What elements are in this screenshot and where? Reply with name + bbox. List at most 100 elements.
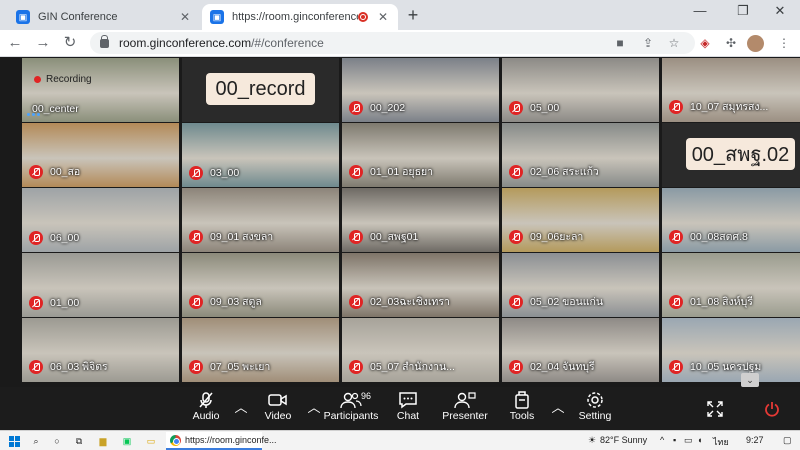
participant-tile[interactable]: 00_สพฐ.02: [662, 123, 800, 187]
clock-time[interactable]: 9:27: [746, 435, 764, 445]
participant-tile[interactable]: 00_08สตศ.8: [662, 188, 800, 252]
url-host: room.ginconference.com: [119, 36, 252, 50]
participants-label: Participants: [323, 410, 379, 422]
participant-name: 03_00: [210, 167, 240, 179]
participant-tile[interactable]: 02_06 สระแก้ว: [502, 123, 659, 187]
maximize-button[interactable]: ❐: [723, 3, 763, 19]
speaker-icon[interactable]: ◖: [697, 435, 702, 445]
share-icon[interactable]: ⇪: [640, 36, 656, 52]
mic-muted-icon: [349, 294, 363, 309]
participant-tile[interactable]: 00_center Recording: [22, 58, 179, 122]
participant-tile[interactable]: 00_สพฐ01: [342, 188, 499, 252]
close-tab-icon[interactable]: ✕: [178, 10, 192, 24]
language-indicator[interactable]: ไทย: [713, 435, 729, 449]
search-icon[interactable]: ⌕: [29, 434, 43, 448]
profile-avatar[interactable]: [747, 35, 764, 52]
participant-tile[interactable]: 03_00: [182, 123, 339, 187]
browser-toolbar: ← → ↻ room.ginconference.com/#/conferenc…: [0, 30, 800, 57]
participant-tile[interactable]: 10_07 สมุทรสง...: [662, 58, 800, 122]
folder-icon[interactable]: ▭: [144, 434, 158, 448]
address-bar[interactable]: room.ginconference.com/#/conference: [90, 32, 695, 54]
participant-tile[interactable]: 00_สอ: [22, 123, 179, 187]
participant-label: 01_08 สิงห์บุรี: [669, 293, 753, 310]
notification-icon[interactable]: ▢: [783, 435, 792, 446]
windows-start-icon[interactable]: [7, 434, 21, 448]
mic-muted-icon: [189, 229, 203, 244]
tools-button[interactable]: Tools: [489, 390, 555, 428]
participant-tile[interactable]: 02_03ฉะเชิงเทรา: [342, 253, 499, 317]
fullscreen-icon[interactable]: [704, 399, 726, 419]
mic-muted-icon: [189, 166, 203, 180]
participant-tile[interactable]: 02_04 จันทบุรี: [502, 318, 659, 382]
scroll-down-icon[interactable]: ⌄: [741, 373, 759, 387]
recording-dot-icon: [34, 76, 41, 83]
close-window-button[interactable]: ✕: [760, 3, 800, 19]
participant-tile[interactable]: 00_202: [342, 58, 499, 122]
participant-name: 10_07 สมุทรสง...: [690, 101, 769, 113]
participant-label: 00_สพฐ01: [349, 228, 418, 245]
participant-name: 07_05 พะเยา: [210, 361, 271, 373]
extension-shield-icon[interactable]: ◈: [697, 36, 713, 52]
participant-tile[interactable]: 00_record: [182, 58, 339, 122]
camera-icon[interactable]: ■: [612, 36, 628, 52]
back-icon[interactable]: ←: [4, 33, 26, 53]
close-tab-icon[interactable]: ✕: [376, 10, 390, 24]
network-icon[interactable]: ▭: [684, 435, 693, 446]
tray-expand-icon[interactable]: ^: [660, 435, 664, 445]
reload-icon[interactable]: ↻: [59, 33, 81, 53]
minimize-button[interactable]: —: [680, 3, 720, 18]
participant-tile[interactable]: 07_05 พะเยา: [182, 318, 339, 382]
tray-app-icon[interactable]: ▪: [673, 435, 676, 445]
participant-tile[interactable]: 01_01 อยุธยา: [342, 123, 499, 187]
video-label: Video: [264, 410, 292, 422]
participant-name: 09_03 สตูล: [210, 296, 262, 308]
tab-gin-conference[interactable]: ▣ GIN Conference ✕: [8, 4, 200, 30]
mic-muted-icon: [509, 359, 523, 374]
participant-label: 02_04 จันทบุรี: [509, 358, 595, 375]
participant-name: 05_07 สำนักงาน...: [370, 361, 455, 373]
chrome-icon: [170, 434, 181, 446]
task-view-icon[interactable]: ⧉: [72, 434, 86, 448]
participant-name: 01_00: [50, 297, 80, 309]
cortana-circle-icon[interactable]: ○: [50, 434, 64, 448]
mic-muted-icon: [29, 359, 43, 374]
participant-label: 05_07 สำนักงาน...: [349, 358, 455, 375]
browser-menu-icon[interactable]: ⋮: [776, 36, 792, 52]
participant-name-placeholder: 00_record: [206, 73, 315, 105]
presenter-label: Presenter: [442, 410, 488, 422]
participant-tile[interactable]: 10_05 นครปฐม: [662, 318, 800, 382]
participant-tile[interactable]: 01_08 สิงห์บุรี: [662, 253, 800, 317]
weather-text[interactable]: 82°F Sunny: [600, 435, 647, 445]
bookmark-star-icon[interactable]: ☆: [666, 36, 682, 52]
participant-name: 02_04 จันทบุรี: [530, 361, 595, 373]
video-button[interactable]: Video: [245, 390, 311, 428]
lock-icon: [100, 34, 109, 48]
participant-tile[interactable]: 05_00: [502, 58, 659, 122]
mic-muted-icon: [509, 164, 523, 179]
participant-tile[interactable]: 09_01 สงขลา: [182, 188, 339, 252]
line-app-icon[interactable]: ▣: [120, 434, 134, 448]
leave-power-icon[interactable]: [761, 399, 783, 419]
participant-name: 00_08สตศ.8: [690, 231, 748, 243]
participant-tile[interactable]: 06_00: [22, 188, 179, 252]
participant-label: 09_03 สตูล: [189, 293, 262, 310]
file-explorer-icon[interactable]: ▆: [96, 434, 110, 448]
taskbar-chrome-window[interactable]: https://room.ginconfe...: [166, 432, 277, 450]
forward-icon[interactable]: →: [32, 33, 54, 53]
participant-tile[interactable]: 05_07 สำนักงาน...: [342, 318, 499, 382]
participant-tile[interactable]: 01_00: [22, 253, 179, 317]
participant-label: 07_05 พะเยา: [189, 358, 270, 375]
extensions-puzzle-icon[interactable]: ✣: [723, 36, 739, 52]
audio-button[interactable]: Audio: [173, 390, 239, 428]
participant-name: 09_01 สงขลา: [210, 231, 274, 243]
new-tab-button[interactable]: +: [403, 5, 423, 26]
participant-tile[interactable]: 09_06ยะลา: [502, 188, 659, 252]
tab-title: GIN Conference: [38, 11, 118, 23]
participant-tile[interactable]: 05_02 ขอนแก่น: [502, 253, 659, 317]
setting-button[interactable]: Setting: [562, 390, 628, 428]
tab-room-ginconference[interactable]: ▣ https://room.ginconference.com/#/en ✕: [202, 4, 398, 30]
participant-tile[interactable]: 09_03 สตูล: [182, 253, 339, 317]
participant-tile[interactable]: 06_03 พิจิตร: [22, 318, 179, 382]
video-camera-icon: [268, 390, 288, 410]
windows-taskbar: ⌕ ○ ⧉ ▆ ▣ ▭ https://room.ginconfe... ☀ 8…: [0, 430, 800, 450]
